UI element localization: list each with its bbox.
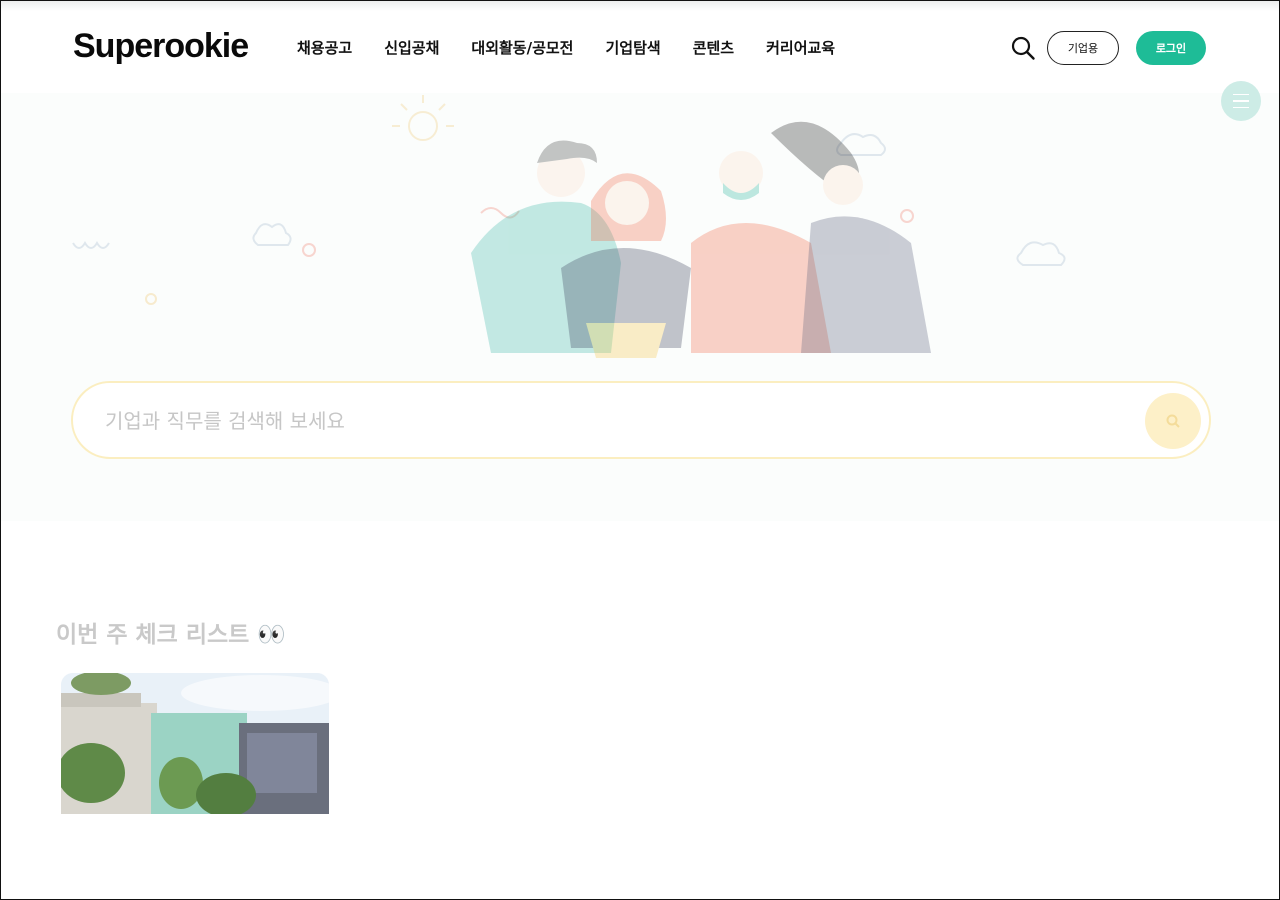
search-icon [1011, 36, 1035, 60]
search-icon [1166, 414, 1180, 428]
hero-illustration [72, 95, 1066, 358]
search-input[interactable] [105, 403, 1105, 439]
top-header: Superookie 채용공고 신입공채 대외활동/공모전 기업탐색 콘텐츠 커… [1, 1, 1279, 93]
checklist-card[interactable] [61, 673, 329, 814]
corporate-button[interactable]: 기업용 [1047, 31, 1119, 65]
nav-item-companies[interactable]: 기업탐색 [606, 37, 661, 58]
logo[interactable]: Superookie [73, 27, 249, 66]
login-button[interactable]: 로그인 [1136, 31, 1206, 65]
search-bar [71, 381, 1211, 459]
nav-item-new-grad[interactable]: 신입공채 [384, 37, 439, 58]
main-nav: 채용공고 신입공채 대외활동/공모전 기업탐색 콘텐츠 커리어교육 [297, 37, 867, 58]
nav-item-education[interactable]: 커리어교육 [766, 37, 835, 58]
nav-item-jobs[interactable]: 채용공고 [297, 37, 352, 58]
hamburger-menu-icon [1233, 106, 1249, 109]
checklist-section-title: 이번 주 체크 리스트 👀 [56, 622, 286, 648]
card-thumbnail-image [61, 673, 329, 814]
hamburger-menu-button[interactable] [1221, 81, 1261, 121]
header-search-button[interactable] [1010, 35, 1036, 61]
hamburger-menu-icon [1233, 100, 1249, 102]
nav-item-contents[interactable]: 콘텐츠 [693, 37, 734, 58]
nav-item-activities[interactable]: 대외활동/공모전 [471, 37, 573, 58]
hamburger-menu-icon [1233, 93, 1249, 96]
search-submit-button[interactable] [1145, 393, 1201, 449]
